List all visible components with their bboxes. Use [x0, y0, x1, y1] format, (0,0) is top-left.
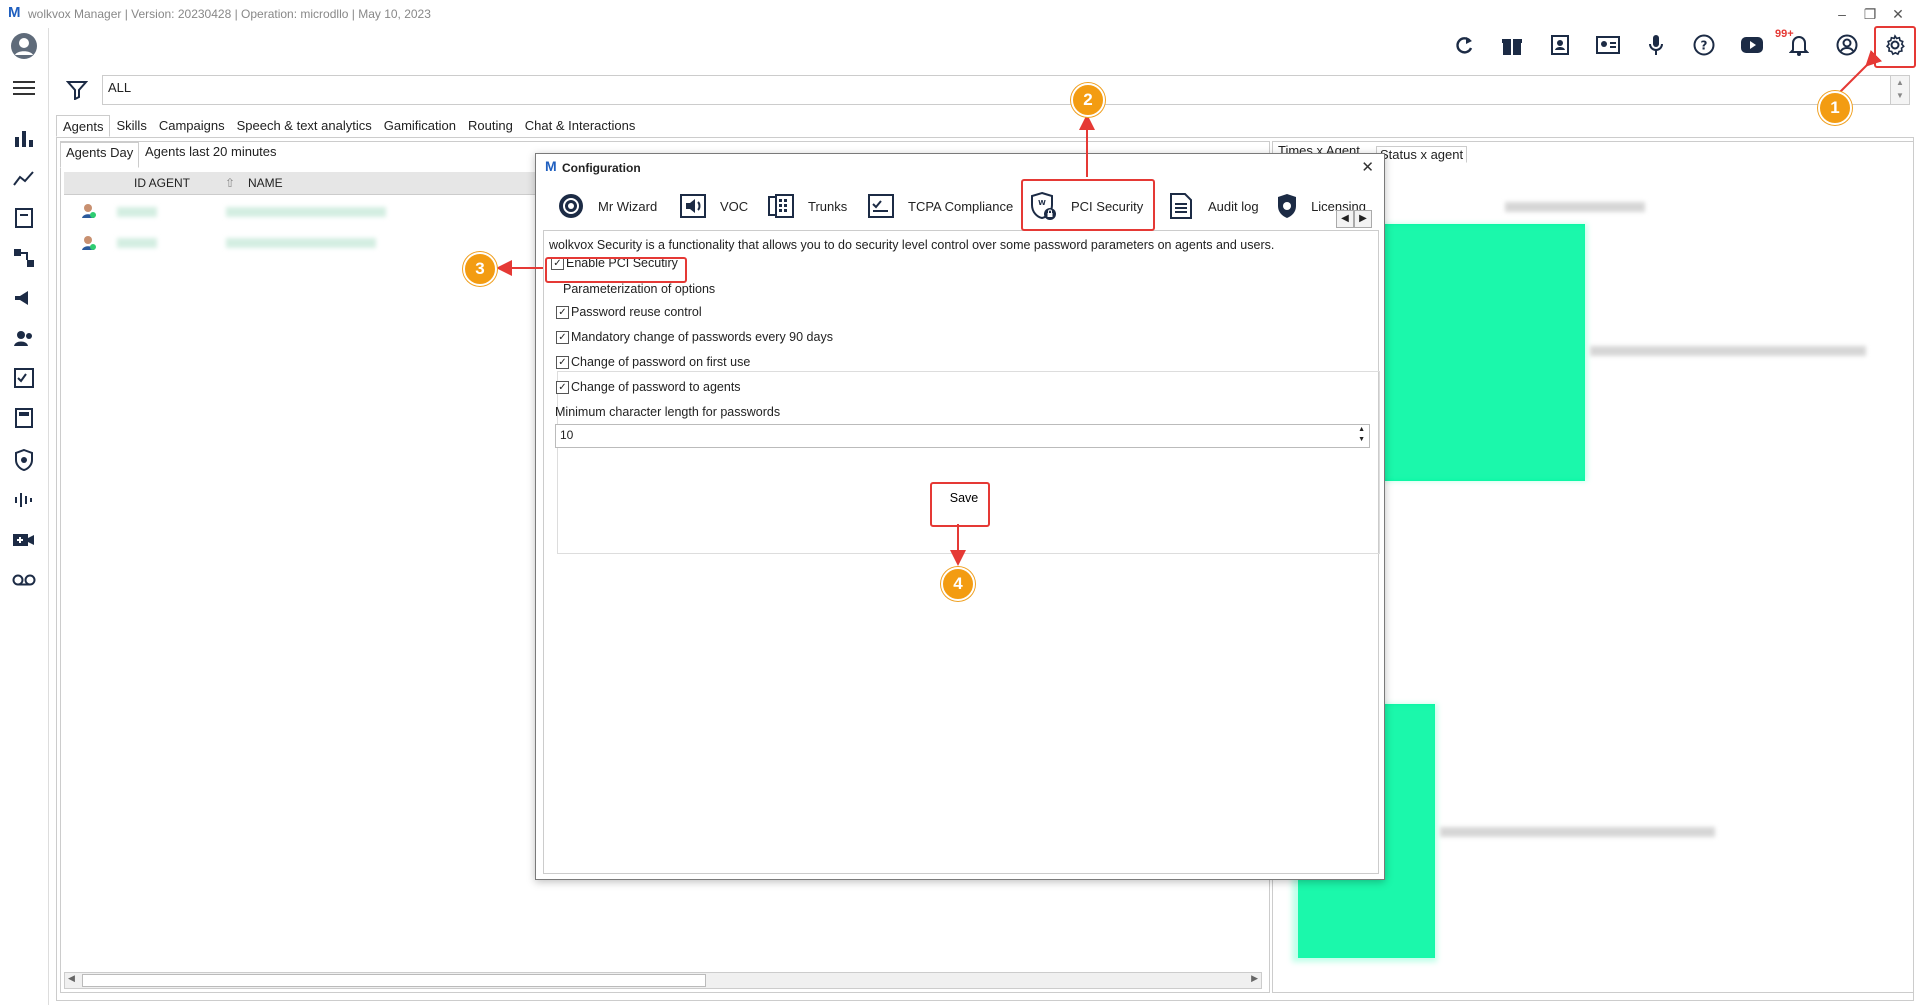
annotation-badge-2: 2	[1071, 83, 1105, 117]
annotation-badge-4: 4	[941, 567, 975, 601]
annotation-badge-1: 1	[1818, 91, 1852, 125]
annotation-arrows	[496, 49, 1883, 566]
annotation-badge-3: 3	[463, 252, 497, 286]
